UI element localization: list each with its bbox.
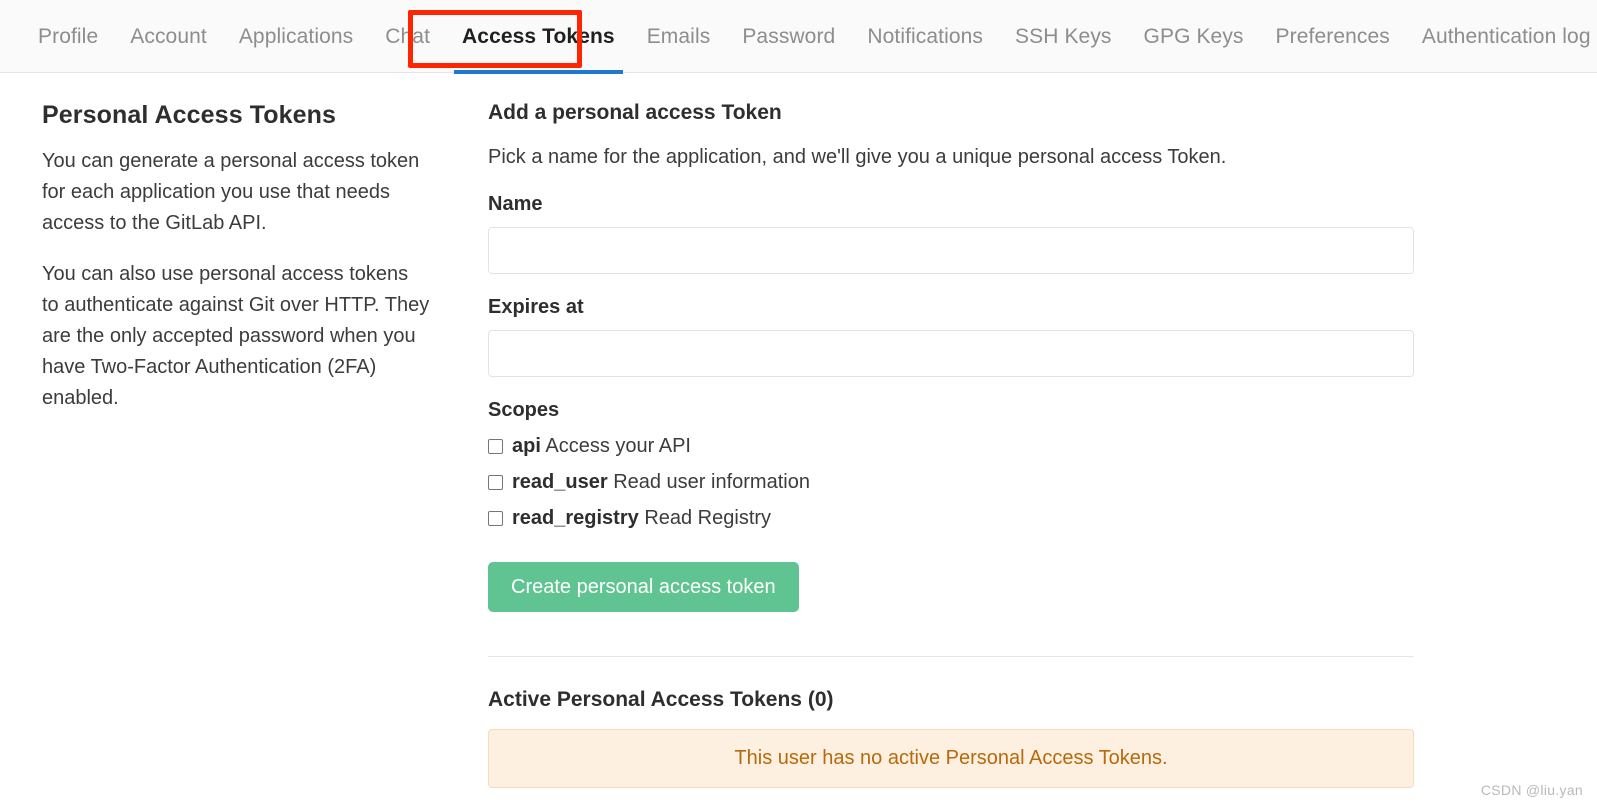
tab-profile[interactable]: Profile <box>22 0 114 73</box>
scope-label-read-user[interactable]: read_user Read user information <box>512 470 810 494</box>
token-expires-at-input[interactable] <box>488 330 1414 377</box>
settings-nav: Profile Account Applications Chat Access… <box>0 0 1597 74</box>
scope-desc-read-user: Read user information <box>613 471 810 493</box>
tab-account[interactable]: Account <box>114 0 223 73</box>
name-field-label: Name <box>488 193 543 215</box>
expires-at-field-label: Expires at <box>488 296 584 318</box>
scope-desc-read-registry: Read Registry <box>644 507 772 529</box>
create-personal-access-token-button[interactable]: Create personal access token <box>488 562 799 612</box>
no-active-tokens-alert: This user has no active Personal Access … <box>488 729 1414 788</box>
scope-row-api[interactable]: api Access your API <box>488 434 1457 458</box>
tab-preferences-label[interactable]: Preferences <box>1276 26 1390 47</box>
tab-profile-label[interactable]: Profile <box>38 26 98 47</box>
tab-password[interactable]: Password <box>726 0 851 73</box>
section-divider <box>488 656 1414 657</box>
tab-gpg-keys-label[interactable]: GPG Keys <box>1144 26 1244 47</box>
description-paragraph-2: You can also use personal access tokens … <box>42 263 430 409</box>
tab-notifications-label[interactable]: Notifications <box>867 26 983 47</box>
tab-emails-label[interactable]: Emails <box>647 26 711 47</box>
token-name-input[interactable] <box>488 227 1414 274</box>
scope-key-api: api <box>512 435 541 457</box>
tab-access-tokens-label[interactable]: Access Tokens <box>462 26 615 47</box>
tab-applications-label[interactable]: Applications <box>239 26 353 47</box>
page-title: Personal Access Tokens <box>42 101 337 129</box>
nav-tab-list: Profile Account Applications Chat Access… <box>0 0 1597 74</box>
scope-label-read-registry[interactable]: read_registry Read Registry <box>512 506 771 530</box>
scope-key-read-user: read_user <box>512 471 608 493</box>
scope-row-read-user[interactable]: read_user Read user information <box>488 470 1457 494</box>
tab-applications[interactable]: Applications <box>223 0 369 73</box>
scope-checkbox-api[interactable] <box>488 438 503 454</box>
active-tokens-heading: Active Personal Access Tokens (0) <box>488 688 834 711</box>
tab-emails[interactable]: Emails <box>631 0 727 73</box>
tab-authentication-log-label[interactable]: Authentication log <box>1422 26 1591 47</box>
scope-checkbox-read-registry[interactable] <box>488 510 503 526</box>
tab-preferences[interactable]: Preferences <box>1260 0 1406 73</box>
page-description-column: Personal Access Tokens You can generate … <box>0 73 470 788</box>
tab-authentication-log[interactable]: Authentication log <box>1406 0 1597 73</box>
form-description: Pick a name for the application, and we'… <box>488 146 1227 168</box>
scope-checkbox-read-user[interactable] <box>488 474 503 490</box>
tab-chat-label[interactable]: Chat <box>385 26 430 47</box>
tab-account-label[interactable]: Account <box>130 26 207 47</box>
scope-key-read-registry: read_registry <box>512 507 639 529</box>
description-paragraph-1: You can generate a personal access token… <box>42 150 420 234</box>
tab-password-label[interactable]: Password <box>742 26 835 47</box>
scope-desc-api: Access your API <box>545 435 691 457</box>
settings-page-body: Personal Access Tokens You can generate … <box>0 73 1597 788</box>
token-form-column: Add a personal access Token Pick a name … <box>470 73 1597 788</box>
scopes-section-label: Scopes <box>488 399 560 421</box>
tab-ssh-keys[interactable]: SSH Keys <box>999 0 1128 73</box>
tab-notifications[interactable]: Notifications <box>851 0 999 73</box>
tab-chat[interactable]: Chat <box>369 0 446 73</box>
tab-access-tokens[interactable]: Access Tokens <box>446 0 631 74</box>
tab-ssh-keys-label[interactable]: SSH Keys <box>1015 26 1112 47</box>
form-title: Add a personal access Token <box>488 101 782 124</box>
tab-gpg-keys[interactable]: GPG Keys <box>1128 0 1260 73</box>
watermark-text: CSDN @liu.yan <box>1480 782 1583 798</box>
scope-row-read-registry[interactable]: read_registry Read Registry <box>488 506 1457 530</box>
scope-label-api[interactable]: api Access your API <box>512 434 691 458</box>
